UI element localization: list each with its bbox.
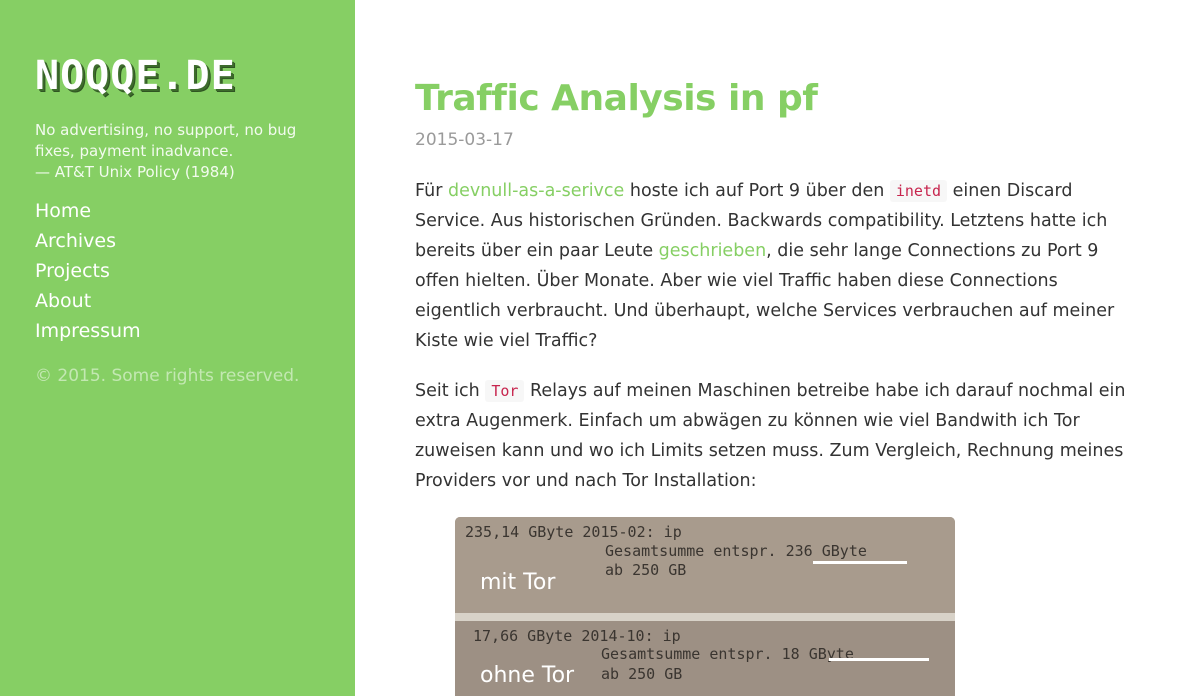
tagline-line: No advertising, no support, no bug [35, 121, 297, 139]
paragraph-text: Für [415, 181, 448, 201]
nav-item-archives[interactable]: Archives [35, 226, 141, 256]
inline-code-inetd: inetd [889, 180, 948, 202]
photo-text: Gesamtsumme entspr. 236 GByte [605, 542, 867, 560]
photo-label-mit-tor: mit Tor [480, 570, 556, 595]
post-paragraph: Für devnull-as-a-serivce hoste ich auf P… [415, 176, 1135, 356]
inline-code-tor: Tor [485, 380, 525, 402]
site-logo[interactable]: NOQQE.DE [35, 56, 236, 96]
tagline-attribution: — AT&T Unix Policy (1984) [35, 163, 235, 181]
tagline-line: fixes, payment inadvance. [35, 142, 234, 160]
paragraph-text: hoste ich auf Port 9 über den [624, 181, 890, 201]
sidebar-nav: Home Archives Projects About Impressum [35, 196, 141, 346]
link-devnull-as-a-service[interactable]: devnull-as-a-serivce [448, 181, 624, 201]
invoice-photo: 235,14 GByte 2015-02: ip Gesamtsumme ent… [455, 517, 955, 696]
copyright-notice: © 2015. Some rights reserved. [35, 366, 300, 386]
post-date: 2015-03-17 [415, 130, 514, 150]
nav-item-about[interactable]: About [35, 286, 141, 316]
photo-underline [829, 658, 929, 661]
photo-text: 235,14 GByte 2015-02: ip [465, 523, 682, 541]
photo-tear [455, 613, 955, 621]
nav-item-home[interactable]: Home [35, 196, 141, 226]
post-title: Traffic Analysis in pf [415, 78, 818, 119]
paragraph-text: Seit ich [415, 381, 486, 401]
photo-label-ohne-tor: ohne Tor [480, 663, 575, 688]
nav-item-impressum[interactable]: Impressum [35, 316, 141, 346]
photo-text: ab 250 GB [605, 561, 687, 579]
photo-text: 17,66 GByte 2014-10: ip [473, 627, 681, 645]
photo-underline [813, 561, 907, 564]
nav-item-projects[interactable]: Projects [35, 256, 141, 286]
photo-text: ab 250 GB [601, 665, 683, 683]
post-paragraph: Seit ich Tor Relays auf meinen Maschinen… [415, 376, 1135, 496]
sidebar: NOQQE.DE No advertising, no support, no … [0, 0, 355, 696]
site-tagline: No advertising, no support, no bug fixes… [35, 120, 315, 183]
link-geschrieben[interactable]: geschrieben [659, 241, 767, 261]
photo-text: Gesamtsumme entspr. 18 GByte [601, 645, 854, 663]
